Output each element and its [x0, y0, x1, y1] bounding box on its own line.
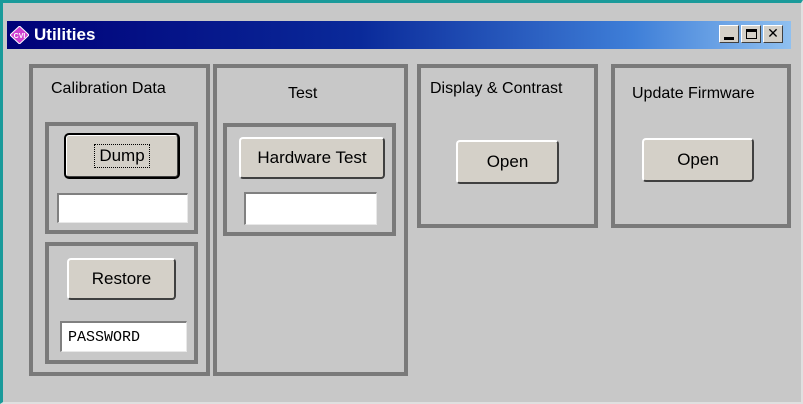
hardware-test-result-field[interactable] — [244, 192, 377, 225]
close-button[interactable]: ✕ — [763, 25, 783, 43]
calibration-data-label: Calibration Data — [51, 80, 166, 97]
dump-button-label: Dump — [94, 144, 150, 168]
maximize-icon — [745, 29, 757, 39]
close-icon: ✕ — [767, 26, 779, 42]
restore-button-label: Restore — [91, 269, 152, 288]
password-value: PASSWORD — [68, 328, 141, 346]
window-title: Utilities — [34, 25, 96, 44]
hardware-test-button-label: Hardware Test — [257, 148, 367, 167]
cvi-app-icon[interactable]: CVI — [10, 26, 29, 44]
maximize-button[interactable] — [741, 25, 761, 43]
password-field[interactable]: PASSWORD — [60, 321, 187, 352]
svg-text:CVI: CVI — [14, 33, 26, 40]
utilities-window: CVI Utilities ✕ Calibration Data Dump Re… — [0, 0, 803, 404]
display-contrast-open-button[interactable]: Open — [456, 140, 559, 184]
display-contrast-open-label: Open — [486, 152, 529, 171]
dump-output-field[interactable] — [57, 193, 188, 223]
minimize-icon — [724, 36, 734, 40]
minimize-button[interactable] — [719, 25, 739, 43]
hardware-test-button[interactable]: Hardware Test — [239, 137, 385, 179]
dump-button[interactable]: Dump — [64, 133, 180, 179]
update-firmware-label: Update Firmware — [632, 85, 755, 102]
update-firmware-open-button[interactable]: Open — [642, 138, 754, 182]
title-bar[interactable]: CVI Utilities ✕ — [7, 21, 791, 49]
restore-button[interactable]: Restore — [67, 258, 176, 300]
display-contrast-label: Display & Contrast — [430, 80, 563, 97]
update-firmware-open-label: Open — [677, 150, 719, 169]
test-label: Test — [288, 85, 318, 102]
